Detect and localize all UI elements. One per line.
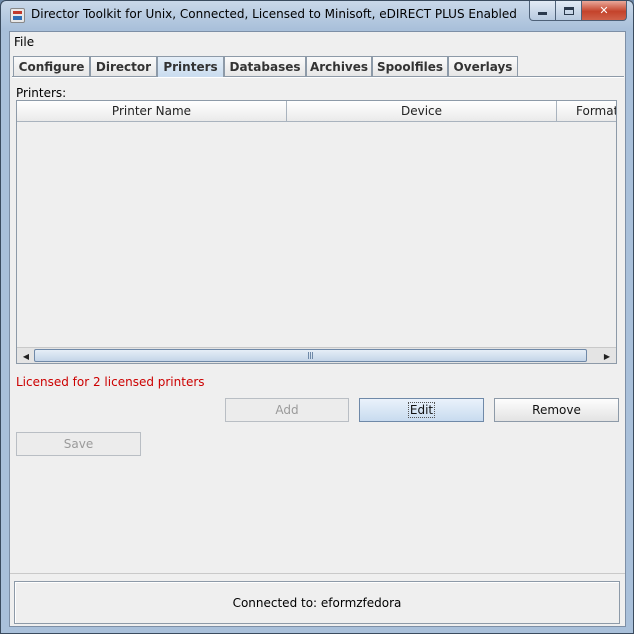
tab-archives[interactable]: Archives bbox=[306, 56, 372, 76]
app-icon bbox=[10, 8, 25, 23]
tab-spoolfiles[interactable]: Spoolfiles bbox=[372, 56, 448, 76]
status-bar: Connected to: eformzfedora bbox=[14, 581, 620, 624]
printers-table[interactable]: Printer Name Device Format ◀ ▶ bbox=[16, 100, 617, 364]
minimize-icon bbox=[538, 11, 547, 15]
tab-content-edge bbox=[12, 77, 624, 78]
column-header-device[interactable]: Device bbox=[287, 101, 557, 122]
license-message: Licensed for 2 licensed printers bbox=[16, 375, 205, 389]
scroll-right-icon[interactable]: ▶ bbox=[599, 349, 615, 363]
window-controls: ✕ bbox=[529, 1, 627, 21]
scrollbar-thumb[interactable] bbox=[34, 349, 587, 362]
status-text: Connected to: eformzfedora bbox=[232, 596, 402, 610]
grip-icon bbox=[308, 352, 313, 359]
save-button[interactable]: Save bbox=[16, 432, 141, 456]
remove-button[interactable]: Remove bbox=[494, 398, 619, 422]
minimize-button[interactable] bbox=[529, 1, 556, 21]
edit-button[interactable]: Edit bbox=[359, 398, 484, 422]
status-separator bbox=[10, 573, 625, 574]
close-button[interactable]: ✕ bbox=[582, 1, 627, 21]
tab-overlays[interactable]: Overlays bbox=[448, 56, 518, 76]
close-icon: ✕ bbox=[599, 4, 609, 17]
table-header: Printer Name Device Format bbox=[17, 101, 616, 122]
menu-file[interactable]: File bbox=[14, 35, 34, 49]
menu-bar: File bbox=[10, 32, 625, 52]
horizontal-scrollbar[interactable]: ◀ ▶ bbox=[17, 347, 616, 363]
printers-label: Printers: bbox=[16, 86, 67, 100]
scroll-left-icon[interactable]: ◀ bbox=[18, 349, 34, 363]
title-bar[interactable]: Director Toolkit for Unix, Connected, Li… bbox=[1, 1, 633, 31]
column-header-format[interactable]: Format bbox=[557, 101, 616, 122]
client-area: File Configure Director Printers Databas… bbox=[9, 31, 626, 627]
edit-button-label: Edit bbox=[407, 402, 436, 418]
maximize-icon bbox=[563, 6, 574, 15]
column-header-printer-name[interactable]: Printer Name bbox=[17, 101, 287, 122]
tab-configure[interactable]: Configure bbox=[13, 56, 90, 76]
add-button[interactable]: Add bbox=[225, 398, 349, 422]
window-title: Director Toolkit for Unix, Connected, Li… bbox=[31, 7, 517, 21]
tab-databases[interactable]: Databases bbox=[224, 56, 306, 76]
app-window: Director Toolkit for Unix, Connected, Li… bbox=[0, 0, 634, 634]
tab-printers[interactable]: Printers bbox=[157, 56, 224, 77]
maximize-button[interactable] bbox=[556, 1, 582, 21]
tab-director[interactable]: Director bbox=[90, 56, 157, 76]
